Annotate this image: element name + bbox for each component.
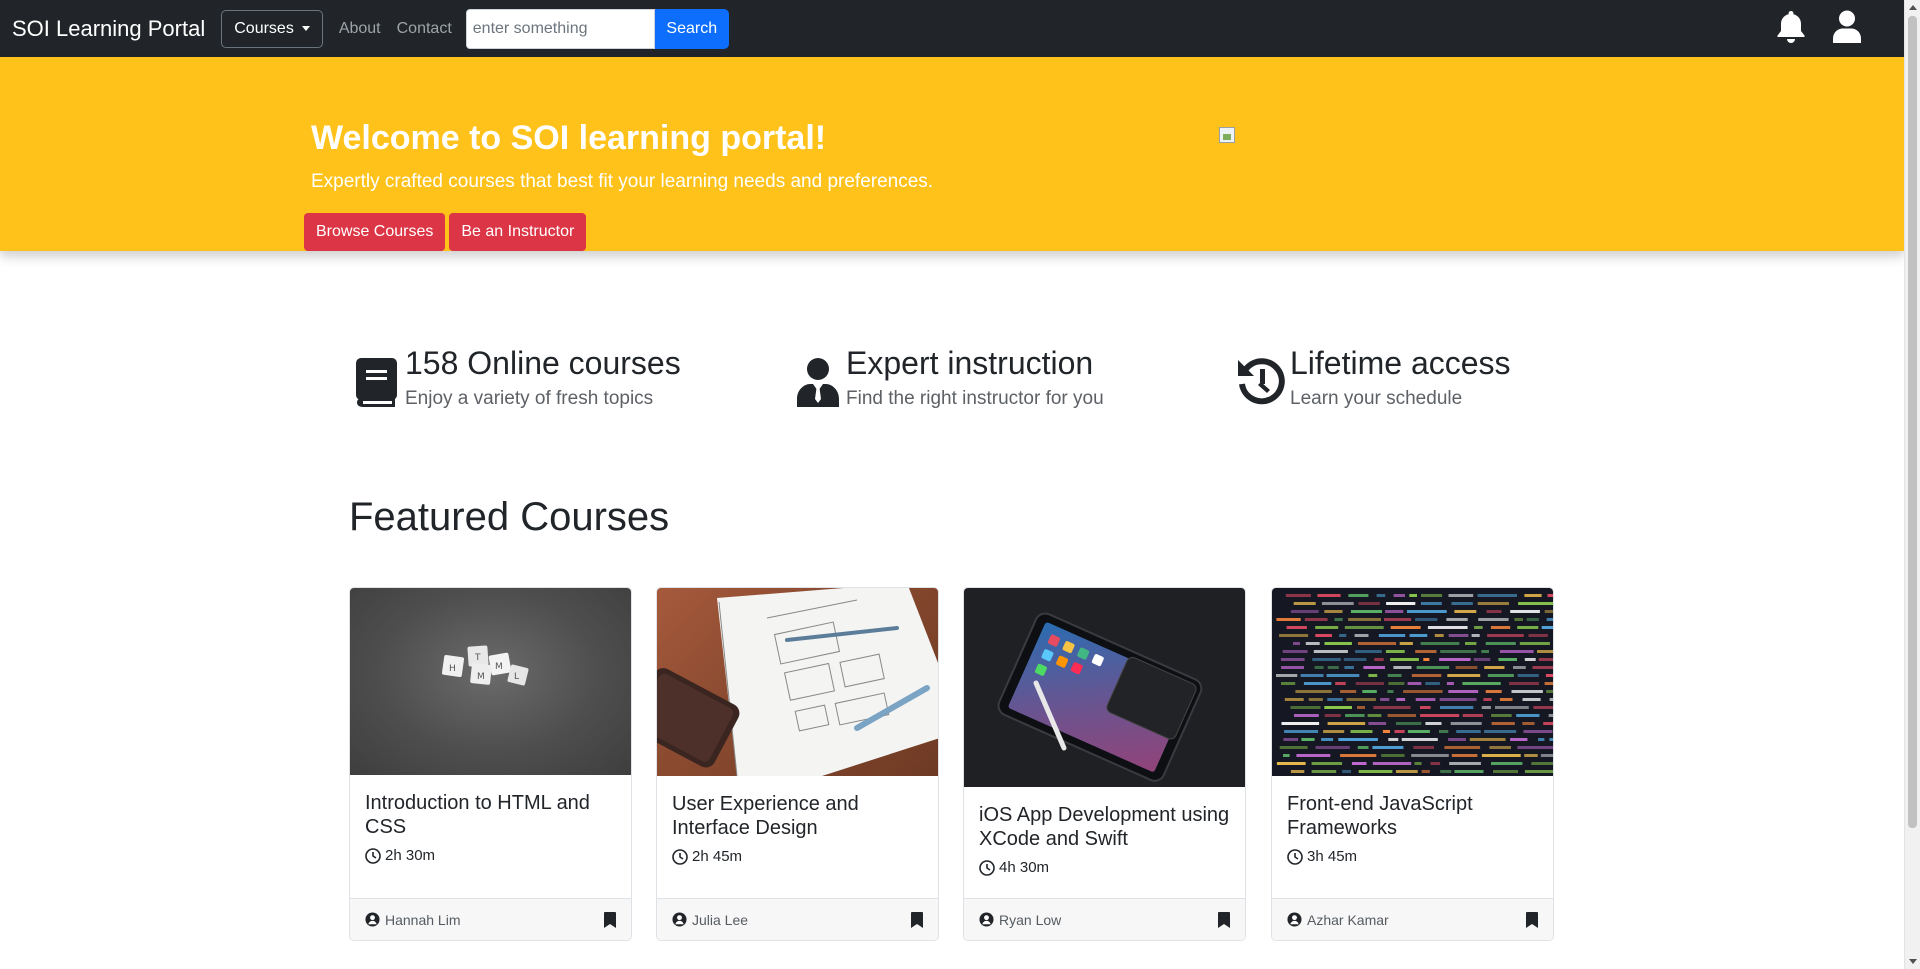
nav-link-contact[interactable]: Contact [397, 20, 452, 38]
svg-text:H: H [449, 664, 456, 674]
feature-title: Expert instruction [846, 345, 1094, 381]
browse-courses-button[interactable]: Browse Courses [304, 213, 446, 251]
course-title[interactable]: User Experience and Interface Design [672, 792, 923, 840]
user-circle-icon [365, 912, 380, 927]
course-duration: 2h 30m [385, 847, 436, 864]
course-author: Hannah Lim [385, 911, 461, 928]
hero-subtitle: Expertly crafted courses that best fit y… [311, 171, 934, 192]
user-circle-icon [979, 912, 994, 927]
navbar: SOI Learning Portal Courses About Contac… [0, 0, 1904, 57]
course-card[interactable]: iOS App Development using XCode and Swif… [963, 587, 1246, 941]
course-image [657, 588, 938, 776]
course-author: Azhar Kamar [1307, 911, 1389, 928]
course-card[interactable]: H T M M L Introduction to HTML and CSS 2… [349, 587, 632, 941]
scroll-down-icon[interactable] [1909, 959, 1917, 964]
page-scrollbar[interactable] [1904, 0, 1920, 969]
broken-image-icon [1219, 127, 1235, 143]
card-footer: Hannah Lim [350, 898, 631, 940]
caret-down-icon [301, 26, 310, 31]
instructor-icon [797, 358, 839, 407]
nav-link-about[interactable]: About [339, 20, 381, 38]
bookmark-icon[interactable] [911, 911, 923, 928]
course-author: Ryan Low [999, 911, 1062, 928]
search-button[interactable]: Search [654, 8, 729, 49]
course-image: H T M M L [350, 588, 631, 775]
course-title[interactable]: Introduction to HTML and CSS [365, 791, 616, 839]
nav-icons [1776, 10, 1862, 49]
course-image [964, 588, 1245, 787]
feature-instruction: Expert instruction Find the right instru… [790, 345, 1104, 410]
hero-banner: Welcome to SOI learning portal! Expertly… [0, 57, 1904, 251]
be-instructor-button[interactable]: Be an Instructor [449, 213, 587, 251]
feature-subtitle: Enjoy a variety of fresh topics [405, 388, 654, 409]
course-title[interactable]: iOS App Development using XCode and Swif… [979, 803, 1230, 851]
search-input[interactable] [465, 8, 655, 49]
bookmark-icon[interactable] [1526, 911, 1538, 928]
hero-buttons: Browse Courses Be an Instructor [304, 213, 587, 251]
bookmark-icon[interactable] [604, 911, 616, 928]
course-duration: 3h 45m [1307, 848, 1358, 865]
feature-lifetime: Lifetime access Learn your schedule [1234, 345, 1511, 410]
feature-title: Lifetime access [1290, 345, 1511, 381]
feature-courses: 158 Online courses Enjoy a variety of fr… [349, 345, 681, 410]
user-circle-icon [1287, 912, 1302, 927]
history-icon [1238, 358, 1285, 405]
book-icon [356, 358, 397, 407]
clock-icon [365, 847, 381, 864]
feature-title: 158 Online courses [405, 345, 681, 381]
course-duration: 4h 30m [999, 859, 1050, 876]
courses-dropdown-label: Courses [234, 19, 294, 37]
card-footer: Ryan Low [964, 898, 1245, 940]
course-card[interactable]: Front-end JavaScript Frameworks 3h 45m A… [1271, 587, 1554, 941]
feature-subtitle: Find the right instructor for you [846, 388, 1104, 409]
course-image [1272, 588, 1553, 776]
scroll-thumb[interactable] [1908, 16, 1917, 828]
clock-icon [1287, 848, 1303, 865]
bell-icon[interactable] [1776, 10, 1806, 49]
scroll-up-icon[interactable] [1909, 5, 1917, 10]
course-card[interactable]: User Experience and Interface Design 2h … [656, 587, 939, 941]
bookmark-icon[interactable] [1218, 911, 1230, 928]
hero-title: Welcome to SOI learning portal! [311, 119, 827, 157]
svg-text:L: L [514, 672, 519, 682]
card-footer: Azhar Kamar [1272, 898, 1553, 940]
svg-text:M: M [495, 662, 503, 672]
course-title[interactable]: Front-end JavaScript Frameworks [1287, 792, 1538, 840]
feature-subtitle: Learn your schedule [1290, 388, 1463, 409]
user-circle-icon [672, 912, 687, 927]
brand-link[interactable]: SOI Learning Portal [12, 16, 205, 42]
courses-dropdown[interactable]: Courses [221, 9, 323, 48]
svg-text:T: T [474, 653, 481, 663]
course-duration: 2h 45m [692, 848, 743, 865]
clock-icon [979, 859, 995, 876]
user-icon[interactable] [1832, 10, 1862, 49]
clock-icon [672, 848, 688, 865]
card-footer: Julia Lee [657, 898, 938, 940]
course-author: Julia Lee [692, 911, 749, 928]
svg-text:M: M [477, 672, 485, 682]
featured-courses-heading: Featured Courses [349, 495, 670, 539]
